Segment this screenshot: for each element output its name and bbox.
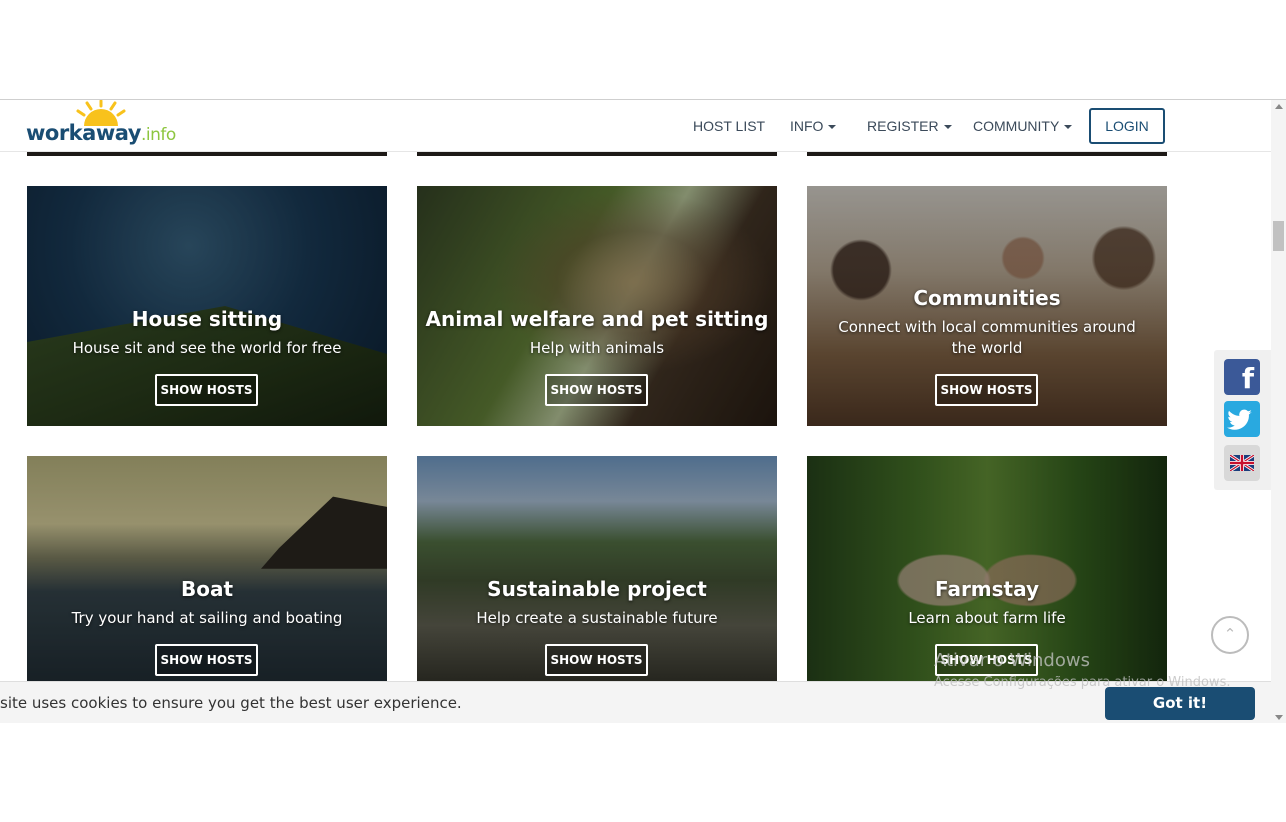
facebook-glyph: f (1241, 362, 1254, 395)
card-subtitle: Try your hand at sailing and boating (71, 609, 343, 627)
card-subtitle: Help with animals (529, 339, 665, 357)
nav-host-list[interactable]: HOST LIST (693, 118, 765, 134)
workaway-logo[interactable]: workaway.info (26, 100, 186, 150)
logo-text: workaway.info (26, 121, 176, 145)
card-title: Animal welfare and pet sitting (425, 307, 769, 331)
show-hosts-button[interactable]: SHOW HOSTS (155, 374, 258, 406)
card-animal-welfare[interactable]: Animal welfare and pet sitting Help with… (417, 186, 777, 426)
cookie-message: site uses cookies to ensure you get the … (0, 694, 462, 712)
previous-card-edge (417, 152, 777, 156)
caret-down-icon (1064, 125, 1073, 130)
scroll-up-icon[interactable]: ⌃ (1211, 616, 1249, 654)
scroll-arrow-down-icon[interactable] (1275, 715, 1283, 720)
twitter-icon[interactable] (1224, 401, 1260, 437)
scrollbar-thumb[interactable] (1273, 221, 1284, 251)
card-title: Communities (913, 286, 1061, 310)
got-it-button[interactable]: Got it! (1105, 687, 1255, 720)
nav-community[interactable]: COMMUNITY (973, 118, 1073, 134)
browser-viewport: workaway.info HOST LIST INFO REGISTER CO… (0, 99, 1286, 723)
show-hosts-button[interactable]: SHOW HOSTS (545, 374, 648, 406)
facebook-icon[interactable]: f (1224, 359, 1260, 395)
uk-flag-graphic (1230, 455, 1254, 471)
windows-activation-subtext: Acesse Configurações para ativar o Windo… (934, 675, 1231, 690)
card-farmstay[interactable]: Farmstay Learn about farm life SHOW HOST… (807, 456, 1167, 682)
caret-down-icon (943, 125, 952, 130)
show-hosts-button[interactable]: SHOW HOSTS (935, 374, 1038, 406)
uk-flag-icon[interactable] (1224, 445, 1260, 481)
show-hosts-button[interactable]: SHOW HOSTS (545, 644, 648, 676)
card-title: Sustainable project (487, 577, 707, 601)
card-sustainable-project[interactable]: Sustainable project Help create a sustai… (417, 456, 777, 682)
card-subtitle: House sit and see the world for free (72, 339, 342, 357)
scroll-arrow-up-icon[interactable] (1275, 104, 1283, 109)
card-title: Farmstay (934, 577, 1040, 601)
card-title: Boat (180, 577, 234, 601)
show-hosts-button[interactable]: SHOW HOSTS (155, 644, 258, 676)
scrollbar[interactable] (1271, 100, 1286, 723)
card-subtitle: Help create a sustainable future (476, 609, 718, 627)
login-button[interactable]: LOGIN (1089, 108, 1165, 144)
card-communities[interactable]: Communities Connect with local communiti… (807, 186, 1167, 426)
card-title: House sitting (131, 307, 283, 331)
card-subtitle: Learn about farm life (908, 609, 1066, 627)
nav-register[interactable]: REGISTER (867, 118, 952, 134)
card-subtitle: Connect with local communities around th… (838, 318, 1136, 357)
twitter-bird-icon (1227, 409, 1252, 430)
card-house-sitting[interactable]: House sitting House sit and see the worl… (27, 186, 387, 426)
site-header: workaway.info HOST LIST INFO REGISTER CO… (0, 100, 1271, 152)
social-share-panel: f (1214, 350, 1272, 490)
caret-down-icon (828, 125, 837, 130)
card-boat[interactable]: Boat Try your hand at sailing and boatin… (27, 456, 387, 682)
windows-activation-watermark: Ativar o Windows (934, 650, 1090, 671)
nav-info[interactable]: INFO (790, 118, 837, 134)
previous-card-edge (807, 152, 1167, 156)
previous-card-edge (27, 152, 387, 156)
